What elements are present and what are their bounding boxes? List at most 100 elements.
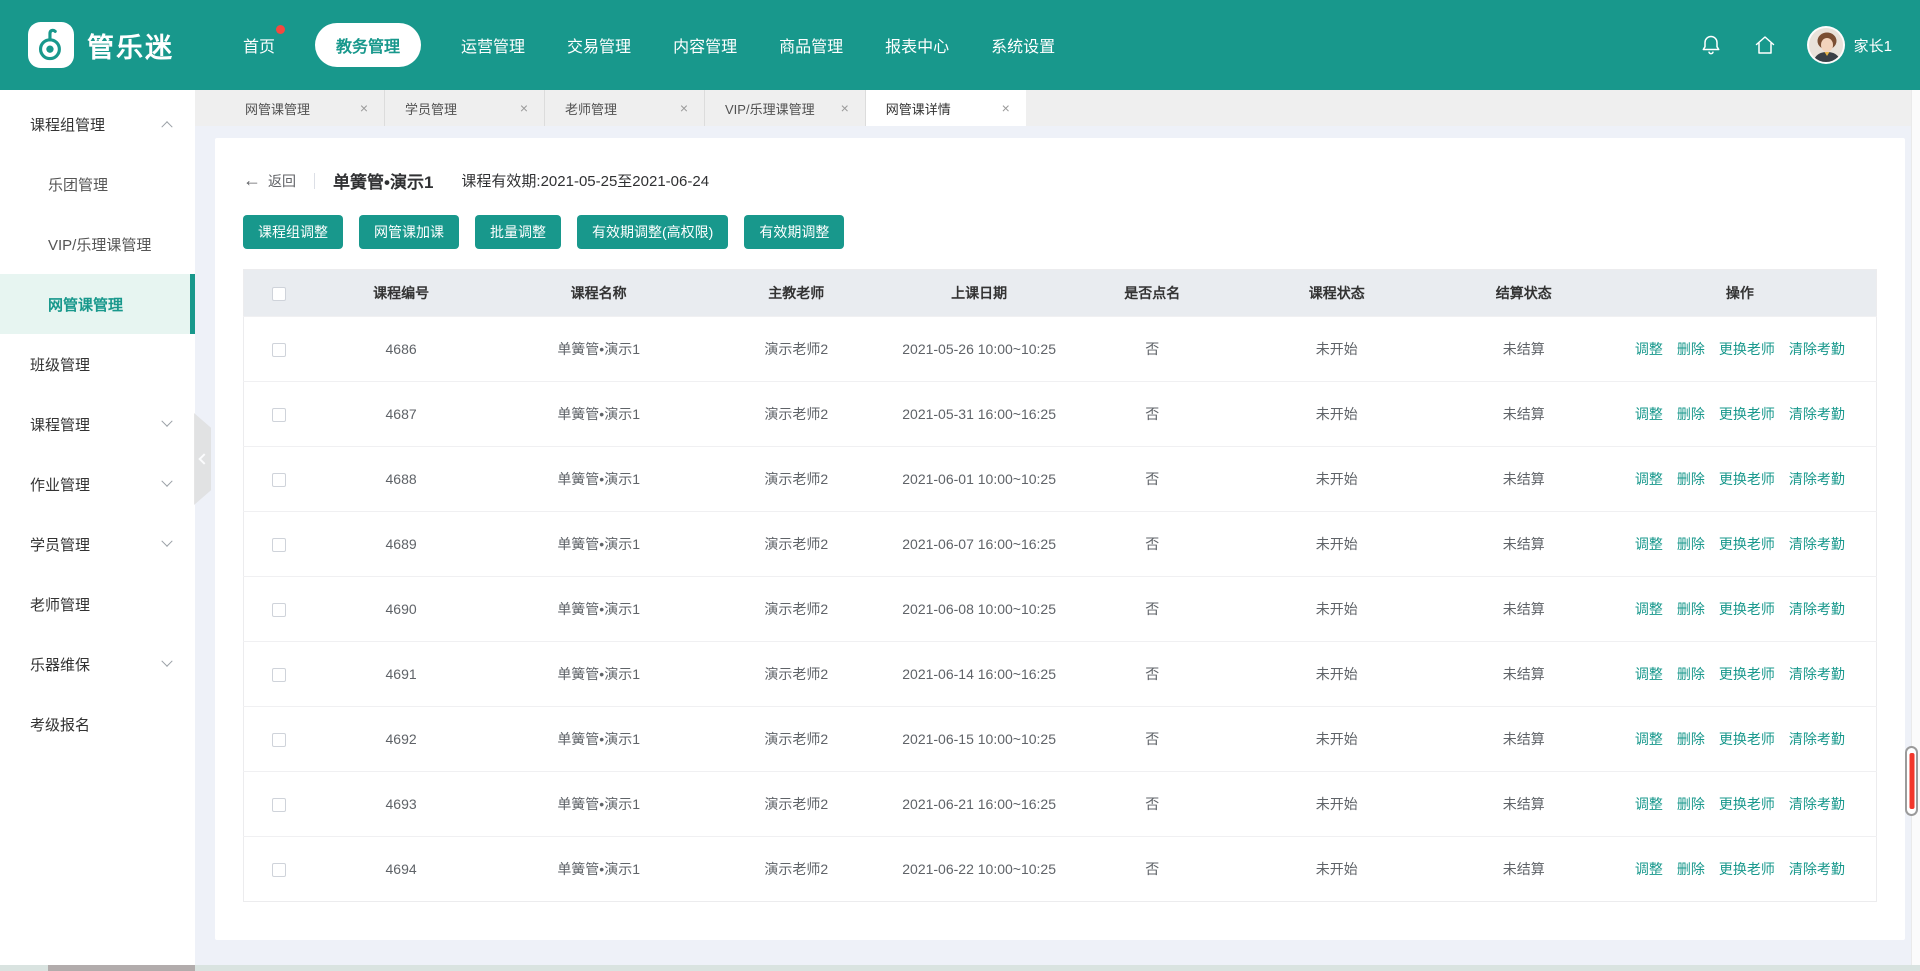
action-link[interactable]: 调整	[1635, 731, 1663, 747]
tab-close-icon[interactable]: ×	[841, 100, 849, 116]
cell-course-id: 4686	[314, 317, 489, 382]
action-link[interactable]: 更换老师	[1719, 666, 1775, 682]
sidebar-item[interactable]: 乐团管理	[0, 154, 195, 214]
action-link[interactable]: 调整	[1635, 601, 1663, 617]
action-link[interactable]: 删除	[1677, 471, 1705, 487]
cell-status: 未开始	[1230, 772, 1444, 837]
action-link[interactable]: 更换老师	[1719, 731, 1775, 747]
sidebar-item[interactable]: 课程管理	[0, 394, 195, 454]
action-link[interactable]: 更换老师	[1719, 471, 1775, 487]
action-link[interactable]: 更换老师	[1719, 341, 1775, 357]
toolbar-button[interactable]: 批量调整	[475, 215, 561, 249]
sidebar-item[interactable]: 学员管理	[0, 514, 195, 574]
action-link[interactable]: 删除	[1677, 536, 1705, 552]
vertical-scrollbar-track[interactable]	[1911, 90, 1920, 965]
action-link[interactable]: 更换老师	[1719, 536, 1775, 552]
nav-item[interactable]: 运营管理	[459, 23, 527, 67]
row-checkbox[interactable]	[272, 733, 286, 747]
action-link[interactable]: 清除考勤	[1789, 406, 1845, 422]
row-checkbox[interactable]	[272, 538, 286, 552]
action-link[interactable]: 调整	[1635, 406, 1663, 422]
nav-item[interactable]: 商品管理	[777, 23, 845, 67]
action-link[interactable]: 删除	[1677, 406, 1705, 422]
tab[interactable]: 网管课详情 ×	[866, 90, 1026, 126]
action-link[interactable]: 删除	[1677, 341, 1705, 357]
tab-close-icon[interactable]: ×	[520, 100, 528, 116]
action-link[interactable]: 清除考勤	[1789, 796, 1845, 812]
action-link[interactable]: 删除	[1677, 731, 1705, 747]
sidebar-item[interactable]: 老师管理	[0, 574, 195, 634]
tab[interactable]: VIP/乐理课管理 ×	[705, 90, 866, 126]
action-link[interactable]: 删除	[1677, 861, 1705, 877]
user-name[interactable]: 家长1	[1854, 35, 1892, 56]
action-link[interactable]: 删除	[1677, 601, 1705, 617]
action-link[interactable]: 调整	[1635, 666, 1663, 682]
action-link[interactable]: 删除	[1677, 666, 1705, 682]
action-link[interactable]: 调整	[1635, 536, 1663, 552]
row-checkbox[interactable]	[272, 603, 286, 617]
table-head: 课程编号课程名称主教老师上课日期是否点名课程状态结算状态操作	[244, 270, 1877, 317]
scroll-marker[interactable]	[1905, 746, 1918, 816]
home-icon[interactable]	[1753, 33, 1777, 57]
action-link[interactable]: 清除考勤	[1789, 536, 1845, 552]
sidebar-item[interactable]: 考级报名	[0, 694, 195, 754]
action-link[interactable]: 调整	[1635, 341, 1663, 357]
horizontal-scrollbar-thumb[interactable]	[48, 965, 195, 971]
sidebar-item[interactable]: 网管课管理	[0, 274, 195, 334]
horizontal-scrollbar-track[interactable]	[0, 965, 1920, 971]
nav-item[interactable]: 报表中心	[883, 23, 951, 67]
nav-item[interactable]: 交易管理	[565, 23, 633, 67]
action-link[interactable]: 清除考勤	[1789, 666, 1845, 682]
sidebar-item[interactable]: 作业管理	[0, 454, 195, 514]
row-checkbox[interactable]	[272, 798, 286, 812]
action-link[interactable]: 调整	[1635, 861, 1663, 877]
sidebar-item[interactable]: 课程组管理	[0, 94, 195, 154]
sidebar-item[interactable]: 班级管理	[0, 334, 195, 394]
action-link[interactable]: 清除考勤	[1789, 601, 1845, 617]
row-checkbox[interactable]	[272, 863, 286, 877]
column-header: 课程名称	[488, 270, 708, 317]
cell-date: 2021-06-22 10:00~10:25	[884, 837, 1075, 902]
action-link[interactable]: 清除考勤	[1789, 731, 1845, 747]
tab-close-icon[interactable]: ×	[1002, 100, 1010, 116]
row-checkbox-cell	[244, 577, 314, 642]
action-link[interactable]: 更换老师	[1719, 796, 1775, 812]
nav-item[interactable]: 内容管理	[671, 23, 739, 67]
back-button[interactable]: ← 返回	[243, 170, 296, 191]
row-checkbox[interactable]	[272, 408, 286, 422]
tab[interactable]: 老师管理 ×	[545, 90, 705, 126]
nav-item-label: 运营管理	[461, 39, 525, 56]
sidebar-collapse-handle[interactable]	[194, 413, 211, 505]
row-checkbox[interactable]	[272, 343, 286, 357]
action-link[interactable]: 清除考勤	[1789, 341, 1845, 357]
action-link[interactable]: 删除	[1677, 796, 1705, 812]
action-link[interactable]: 更换老师	[1719, 406, 1775, 422]
cell-course-name: 单簧管•演示1	[488, 447, 708, 512]
toolbar-button[interactable]: 课程组调整	[243, 215, 343, 249]
action-link[interactable]: 调整	[1635, 796, 1663, 812]
tab[interactable]: 学员管理 ×	[385, 90, 545, 126]
nav-item[interactable]: 首页	[241, 23, 277, 67]
toolbar-button[interactable]: 有效期调整	[744, 215, 844, 249]
toolbar-button[interactable]: 网管课加课	[359, 215, 459, 249]
nav-item[interactable]: 教务管理	[315, 23, 421, 67]
avatar[interactable]	[1807, 26, 1845, 64]
bell-icon[interactable]	[1699, 33, 1723, 57]
row-checkbox[interactable]	[272, 473, 286, 487]
tab-close-icon[interactable]: ×	[680, 100, 688, 116]
action-link[interactable]: 清除考勤	[1789, 861, 1845, 877]
nav-item[interactable]: 系统设置	[989, 23, 1057, 67]
sidebar-item[interactable]: VIP/乐理课管理	[0, 214, 195, 274]
action-link[interactable]: 清除考勤	[1789, 471, 1845, 487]
action-link[interactable]: 更换老师	[1719, 861, 1775, 877]
tab[interactable]: 网管课管理 ×	[225, 90, 385, 126]
action-link[interactable]: 调整	[1635, 471, 1663, 487]
action-link[interactable]: 更换老师	[1719, 601, 1775, 617]
cell-actions: 调整删除更换老师清除考勤	[1604, 837, 1877, 902]
row-checkbox[interactable]	[272, 668, 286, 682]
brand-logo-icon[interactable]	[28, 22, 74, 68]
tab-close-icon[interactable]: ×	[360, 100, 368, 116]
sidebar-item[interactable]: 乐器维保	[0, 634, 195, 694]
toolbar-button[interactable]: 有效期调整(高权限)	[577, 215, 728, 249]
select-all-checkbox[interactable]	[272, 287, 286, 301]
